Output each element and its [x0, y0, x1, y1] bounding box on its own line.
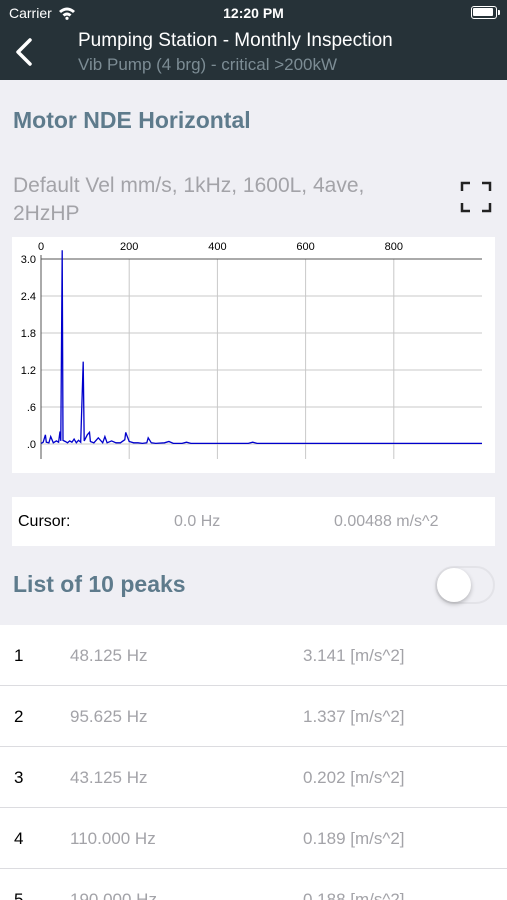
peak-amplitude: 0.202 [m/s^2]	[303, 768, 405, 787]
measurement-point-title: Motor NDE Horizontal	[13, 107, 251, 133]
toggle-knob	[437, 568, 471, 602]
x-tick-label: 400	[208, 241, 226, 253]
cursor-readout: Cursor: 0.0 Hz 0.00488 m/s^2	[12, 497, 495, 546]
y-tick-label: .6	[27, 402, 36, 414]
y-tick-label: 3.0	[21, 254, 36, 266]
cursor-frequency: 0.0 Hz	[174, 513, 221, 530]
peak-row[interactable]: 2 95.625 Hz 1.337 [m/s^2]	[0, 686, 507, 747]
chart-description: Default Vel mm/s, 1kHz, 1600L, 4ave, 2Hz…	[13, 174, 365, 225]
peak-frequency: 190.000 Hz	[70, 890, 157, 900]
peak-row[interactable]: 5 190.000 Hz 0.188 [m/s^2]	[0, 869, 507, 900]
y-tick-label: .0	[27, 439, 36, 451]
peak-index: 4	[14, 829, 24, 848]
peak-index: 2	[14, 707, 24, 726]
peak-amplitude: 1.337 [m/s^2]	[303, 707, 405, 726]
spectrum-chart-svg: 0 200 400 600 800 3.0 2.4 1.8 1.2 .6 .0	[21, 241, 482, 459]
peak-row[interactable]: 1 48.125 Hz 3.141 [m/s^2]	[0, 625, 507, 686]
clock: 12:20 PM	[223, 5, 284, 21]
spectrum-chart[interactable]: 0 200 400 600 800 3.0 2.4 1.8 1.2 .6 .0	[12, 237, 495, 473]
peaks-title: List of 10 peaks	[13, 571, 186, 597]
peak-amplitude: 3.141 [m/s^2]	[303, 646, 405, 665]
peak-amplitude: 0.189 [m/s^2]	[303, 829, 405, 848]
peak-index: 3	[14, 768, 24, 787]
status-bar: Carrier 12:20 PM	[0, 0, 507, 26]
peak-row[interactable]: 3 43.125 Hz 0.202 [m/s^2]	[0, 747, 507, 808]
peak-frequency: 48.125 Hz	[70, 646, 148, 665]
x-tick-label: 600	[296, 241, 314, 253]
x-tick-label: 0	[38, 241, 44, 253]
fullscreen-icon[interactable]	[460, 181, 492, 213]
peak-frequency: 110.000 Hz	[70, 829, 156, 848]
x-tick-label: 200	[120, 241, 138, 253]
battery-icon	[471, 6, 500, 19]
peak-frequency: 43.125 Hz	[70, 768, 148, 787]
cursor-label: Cursor:	[18, 513, 71, 530]
nav-title: Pumping Station - Monthly Inspection	[78, 30, 393, 51]
peaks-list: 1 48.125 Hz 3.141 [m/s^2] 2 95.625 Hz 1.…	[0, 625, 507, 900]
navigation-bar: Pumping Station - Monthly Inspection Vib…	[0, 26, 507, 80]
spectrum-line	[40, 250, 482, 445]
peak-index: 5	[14, 890, 24, 900]
peaks-toggle[interactable]	[435, 566, 495, 604]
back-chevron-icon[interactable]	[12, 36, 38, 68]
peak-amplitude: 0.188 [m/s^2]	[303, 890, 405, 900]
peak-row[interactable]: 4 110.000 Hz 0.189 [m/s^2]	[0, 808, 507, 869]
y-tick-label: 1.8	[21, 328, 36, 340]
nav-subtitle: Vib Pump (4 brg) - critical >200kW	[78, 55, 338, 74]
y-tick-label: 2.4	[21, 291, 36, 303]
peak-index: 1	[14, 646, 24, 665]
peak-frequency: 95.625 Hz	[70, 707, 148, 726]
y-tick-label: 1.2	[21, 365, 36, 377]
cursor-amplitude: 0.00488 m/s^2	[334, 513, 439, 530]
x-tick-label: 800	[385, 241, 403, 253]
